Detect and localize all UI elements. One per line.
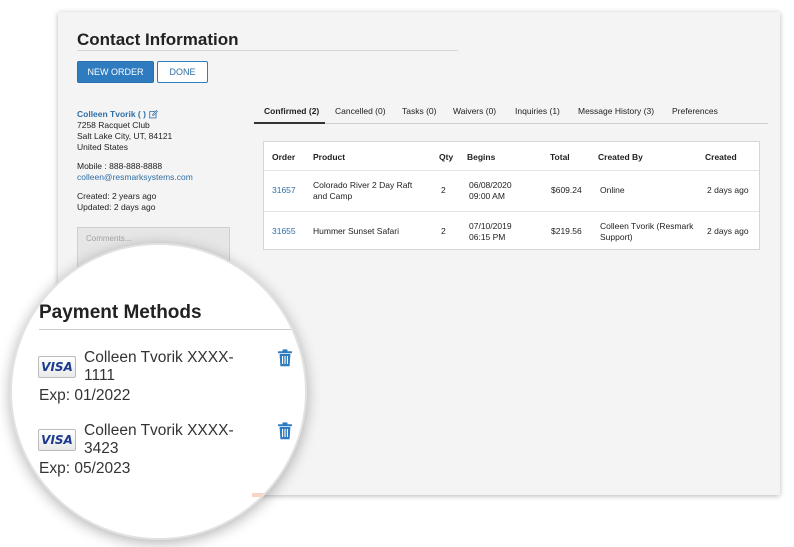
updated-info: Updated: 2 days ago bbox=[77, 202, 156, 212]
payment-methods-title: Payment Methods bbox=[39, 302, 202, 323]
card-holder-number: Colleen Tvorik XXXX- 3423 bbox=[84, 422, 234, 457]
payment-methods-magnifier: Payment Methods VISA Colleen Tvorik XXXX… bbox=[10, 243, 307, 540]
created-cell: 2 days ago bbox=[707, 185, 749, 195]
tab-tasks[interactable]: Tasks (0) bbox=[402, 106, 436, 116]
tab-cancelled[interactable]: Cancelled (0) bbox=[335, 106, 386, 116]
peach-accent-strip bbox=[252, 493, 305, 497]
visa-icon: VISA bbox=[38, 356, 76, 378]
tab-preferences[interactable]: Preferences bbox=[672, 106, 718, 116]
tab-confirmed[interactable]: Confirmed (2) bbox=[264, 106, 319, 116]
column-header: Created By bbox=[598, 152, 643, 162]
done-button[interactable]: DONE bbox=[157, 61, 208, 83]
begins-time: 09:00 AM bbox=[469, 191, 505, 201]
created-info: Created: 2 years ago bbox=[77, 191, 157, 201]
qty-cell: 2 bbox=[441, 185, 446, 195]
created-by-cell: Colleen Tvorik (Resmark Support) bbox=[600, 221, 694, 242]
visa-icon: VISA bbox=[38, 429, 76, 451]
contact-details: Colleen Tvorik ( ) 7258 Racquet Club Sal… bbox=[77, 109, 193, 213]
table-row[interactable]: 31657 Colorado River 2 Day Raft and Camp… bbox=[264, 171, 759, 211]
card-holder-number: Colleen Tvorik XXXX- 1111 bbox=[84, 349, 234, 384]
begins-cell: 06/08/2020 09:00 AM bbox=[469, 180, 512, 202]
contact-name[interactable]: Colleen Tvorik ( ) bbox=[77, 109, 146, 120]
order-number-link[interactable]: 31655 bbox=[272, 226, 296, 237]
order-tabs: Confirmed (2) Cancelled (0) Tasks (0) Wa… bbox=[254, 101, 768, 124]
tab-message-history[interactable]: Message History (3) bbox=[578, 106, 654, 116]
card-expiry: Exp: 05/2023 bbox=[39, 460, 131, 477]
column-header: Created bbox=[705, 152, 737, 162]
address-country: United States bbox=[77, 142, 129, 152]
table-row[interactable]: 31655 Hummer Sunset Safari 2 07/10/2019 … bbox=[264, 211, 759, 251]
mobile-number: Mobile : 888-888-8888 bbox=[77, 161, 163, 171]
begins-date: 06/08/2020 bbox=[469, 180, 512, 190]
created-cell: 2 days ago bbox=[707, 226, 749, 236]
product-cell: Hummer Sunset Safari bbox=[313, 226, 399, 236]
email-link[interactable]: colleen@resmarksystems.com bbox=[77, 172, 193, 183]
order-number-link[interactable]: 31657 bbox=[272, 185, 296, 196]
begins-time: 06:15 PM bbox=[469, 232, 506, 242]
orders-table: Order Product Qty Begins Total Created B… bbox=[263, 141, 760, 250]
column-header: Product bbox=[313, 152, 346, 162]
title-divider bbox=[77, 50, 458, 51]
payment-methods-divider bbox=[39, 329, 305, 330]
trash-icon[interactable] bbox=[277, 349, 293, 367]
address-line1: 7258 Racquet Club bbox=[77, 120, 150, 130]
created-by-cell: Online bbox=[600, 185, 625, 195]
active-tab-indicator bbox=[254, 122, 325, 124]
column-header: Qty bbox=[439, 152, 454, 162]
product-cell: Colorado River 2 Day Raft and Camp bbox=[313, 180, 413, 201]
card-expiry: Exp: 01/2022 bbox=[39, 387, 131, 404]
trash-icon[interactable] bbox=[277, 422, 293, 440]
new-order-button[interactable]: NEW ORDER bbox=[77, 61, 154, 83]
begins-cell: 07/10/2019 06:15 PM bbox=[469, 221, 512, 243]
address-line2: Salt Lake City, UT, 84121 bbox=[77, 131, 173, 141]
begins-date: 07/10/2019 bbox=[469, 221, 512, 231]
total-cell: $219.56 bbox=[551, 226, 582, 236]
column-header: Total bbox=[550, 152, 570, 162]
tab-waivers[interactable]: Waivers (0) bbox=[453, 106, 496, 116]
qty-cell: 2 bbox=[441, 226, 446, 236]
tab-inquiries[interactable]: Inquiries (1) bbox=[515, 106, 560, 116]
table-header: Order Product Qty Begins Total Created B… bbox=[264, 142, 759, 171]
edit-icon[interactable] bbox=[149, 110, 158, 119]
total-cell: $609.24 bbox=[551, 185, 582, 195]
column-header: Order bbox=[272, 152, 296, 162]
page-title: Contact Information bbox=[77, 30, 239, 49]
column-header: Begins bbox=[467, 152, 496, 162]
